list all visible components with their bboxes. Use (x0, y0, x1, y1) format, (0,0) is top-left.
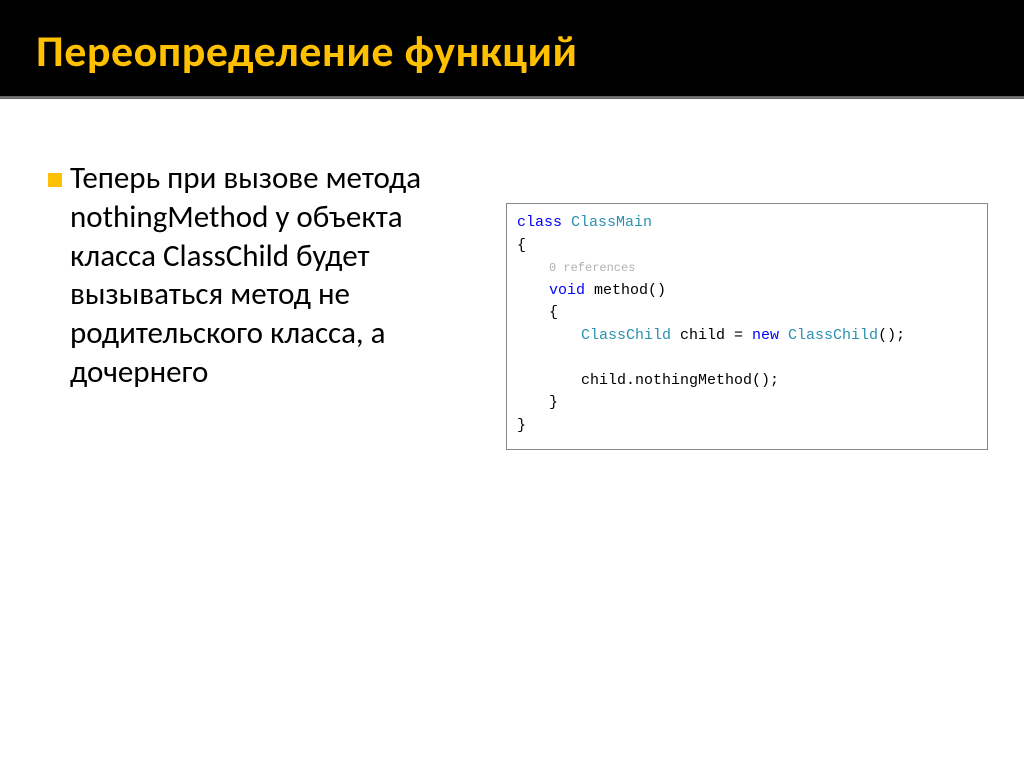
bullet-item: Теперь при вызове метода nothingMethod у… (48, 159, 478, 392)
code-type: ClassMain (562, 214, 652, 231)
slide-title: Переопределение функций (36, 24, 988, 78)
code-brace: { (517, 237, 526, 254)
bullet-marker-icon (48, 173, 62, 187)
code-text: child = (671, 327, 752, 344)
code-brace: { (517, 302, 558, 325)
slide: Переопределение функций Теперь при вызов… (0, 0, 1024, 768)
title-bar: Переопределение функций (0, 0, 1024, 97)
code-brace: } (517, 417, 526, 434)
code-brace: } (517, 392, 558, 415)
code-line: ClassChild child = new ClassChild(); (517, 325, 905, 348)
bullet-text: Теперь при вызове метода nothingMethod у… (70, 159, 478, 392)
code-text: (); (878, 327, 905, 344)
code-snippet: class ClassMain { 0 references void meth… (506, 203, 988, 450)
code-column: class ClassMain { 0 references void meth… (506, 159, 988, 450)
code-line: void method() (517, 280, 666, 303)
code-keyword: void (549, 282, 585, 299)
code-text: method() (585, 282, 666, 299)
code-line: child.nothingMethod(); (517, 370, 779, 393)
code-type: ClassChild (779, 327, 878, 344)
code-keyword: class (517, 214, 562, 231)
text-column: Теперь при вызове метода nothingMethod у… (48, 159, 478, 450)
code-reference-count: 0 references (517, 259, 635, 277)
code-keyword: new (752, 327, 779, 344)
code-type: ClassChild (581, 327, 671, 344)
slide-body: Теперь при вызове метода nothingMethod у… (0, 99, 1024, 450)
